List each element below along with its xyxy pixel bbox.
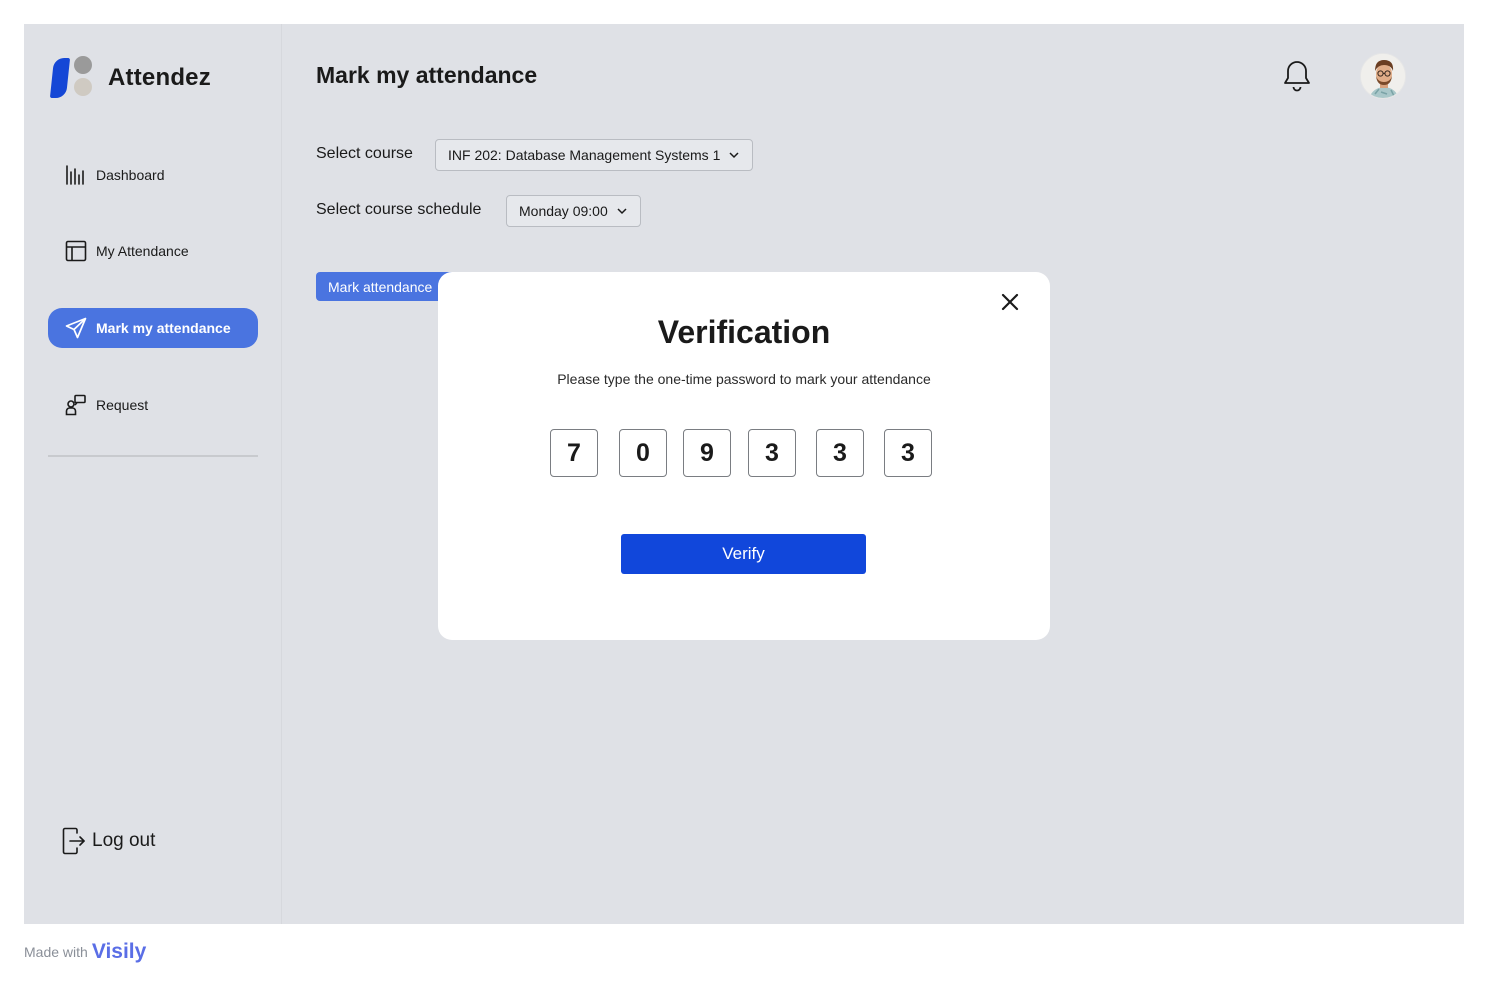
close-icon[interactable] [998,290,1022,314]
page-title: Mark my attendance [316,62,538,88]
app-frame: Attendez Dashboard My Attendance Mark my… [24,24,1464,924]
logout-button[interactable]: Log out [62,826,155,856]
sidebar-item-label: Mark my attendance [96,320,231,336]
mark-attendance-button[interactable]: Mark attendance [316,272,456,301]
course-select[interactable]: INF 202: Database Management Systems 1 [435,139,754,171]
modal-subtitle: Please type the one-time password to mar… [557,371,931,387]
sidebar-item-my-attendance[interactable]: My Attendance [48,231,258,271]
sidebar-item-dashboard[interactable]: Dashboard [48,155,258,195]
bell-icon[interactable] [1282,59,1312,93]
course-select-value: INF 202: Database Management Systems 1 [448,147,721,163]
app-name: Attendez [108,64,211,91]
table-layout-icon [64,239,88,263]
chevron-down-icon [617,208,627,215]
course-label: Select course [316,145,413,162]
send-icon [64,316,88,340]
sidebar: Attendez Dashboard My Attendance Mark my… [24,24,282,924]
otp-digit-input[interactable]: 9 [683,429,731,477]
otp-digit-input[interactable]: 3 [816,429,864,477]
otp-digit-input[interactable]: 7 [550,429,598,477]
app-logo: Attendez [49,56,211,100]
otp-digit-input[interactable]: 3 [884,429,932,477]
otp-digit-input[interactable]: 0 [619,429,667,477]
modal-title: Verification [657,314,831,350]
otp-digit-input[interactable]: 3 [748,429,796,477]
verify-button[interactable]: Verify [621,534,866,574]
chevron-down-icon [729,152,739,159]
visily-logo: Visily [91,940,147,963]
logo-icon [49,56,96,100]
sidebar-item-label: My Attendance [96,243,189,259]
schedule-select-value: Monday 09:00 [519,203,608,219]
request-icon [64,393,88,417]
logout-icon [62,826,88,856]
logout-label: Log out [92,830,156,851]
avatar[interactable] [1360,53,1406,99]
sidebar-item-request[interactable]: Request [48,385,258,425]
verification-modal: Verification Please type the one-time pa… [438,272,1050,640]
made-with-label: Made with [24,944,88,960]
sidebar-divider [48,455,258,457]
schedule-label: Select course schedule [316,201,482,218]
sidebar-item-label: Request [96,397,149,413]
schedule-select[interactable]: Monday 09:00 [506,195,641,227]
made-with-badge[interactable]: Made with Visily [24,940,146,964]
sidebar-item-label: Dashboard [96,167,165,183]
sidebar-item-mark-my-attendance[interactable]: Mark my attendance [48,308,258,348]
bar-chart-icon [64,163,88,187]
